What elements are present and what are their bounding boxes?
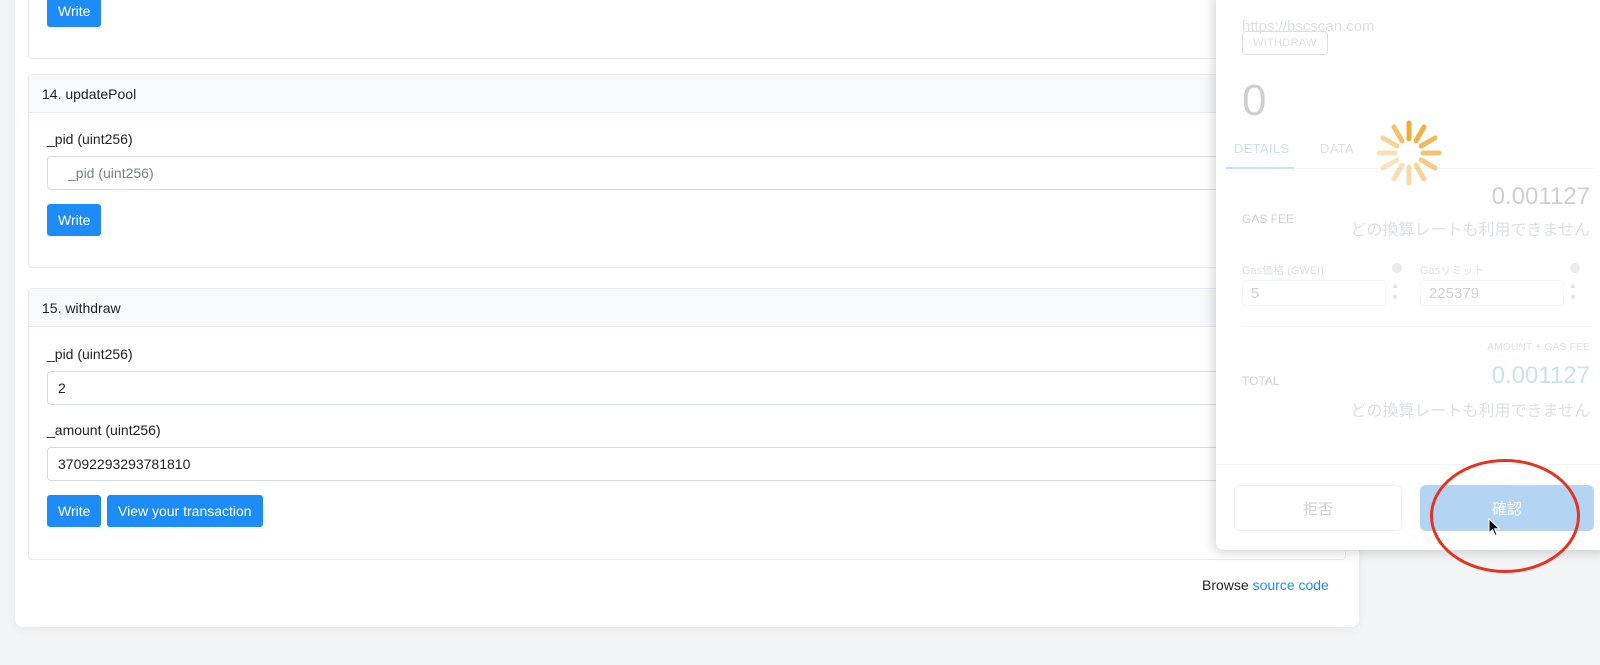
info-icon[interactable] [1392,263,1402,273]
pid-label: _pid (uint256) [47,131,133,147]
gas-price-stepper[interactable]: ▲ ▼ [1388,280,1402,306]
cursor-pointer-icon [1488,518,1501,537]
pid-label: _pid (uint256) [47,346,133,362]
method-badge: WITHDRAW [1242,31,1328,55]
browse-text: Browse [1202,577,1249,593]
gas-fee-value: 0.001127 [1491,183,1590,210]
gas-fee-label: GAS FEE [1242,212,1295,226]
gas-price-input[interactable]: 5 [1242,280,1386,306]
info-icon[interactable] [1570,263,1580,273]
divider [1216,464,1600,465]
write-button-13[interactable]: Write [47,0,102,27]
gas-price-label: Gas価格 (GWEI) [1242,265,1324,277]
pid-input[interactable] [47,156,1347,190]
function-title[interactable]: 14. updatePool [29,75,1345,113]
active-tab-indicator [1226,167,1294,169]
tx-amount: 0 [1242,76,1267,125]
pid-input[interactable] [47,371,1347,405]
gas-limit-input[interactable]: 225379 [1420,280,1564,306]
view-transaction-button[interactable]: View your transaction [107,495,263,527]
rate-unavailable: どの換算レートも利用できません [1350,222,1590,239]
gas-limit-stepper[interactable]: ▲ ▼ [1566,280,1580,306]
browse-source: Browse source code [1202,577,1329,593]
function-card-update-pool: 14. updatePool _pid (uint256) Write [28,74,1347,268]
reject-button[interactable]: 拒否 [1234,485,1402,531]
total-label: TOTAL [1242,374,1280,388]
amount-gas-label: AMOUNT + GAS FEE [1487,342,1590,353]
function-card-13: Write [28,0,1346,59]
gas-limit-label: Gasリミット [1420,265,1485,277]
total-value: 0.001127 [1491,362,1590,389]
function-title[interactable]: 15. withdraw [29,289,1345,327]
rate-unavailable: どの換算レートも利用できません [1350,403,1590,420]
write-button-update-pool[interactable]: Write [47,204,102,236]
divider [1242,326,1592,327]
write-button-withdraw[interactable]: Write [47,495,102,527]
amount-input[interactable] [47,447,1347,481]
tab-data[interactable]: DATA [1320,141,1354,156]
function-card-withdraw: 15. withdraw _pid (uint256) _amount (uin… [28,288,1347,560]
tab-details[interactable]: DETAILS [1234,141,1289,156]
loading-spinner-icon [1376,120,1442,186]
amount-label: _amount (uint256) [47,422,161,438]
highlight-annotation [1430,459,1580,573]
source-code-link[interactable]: source code [1253,577,1329,593]
